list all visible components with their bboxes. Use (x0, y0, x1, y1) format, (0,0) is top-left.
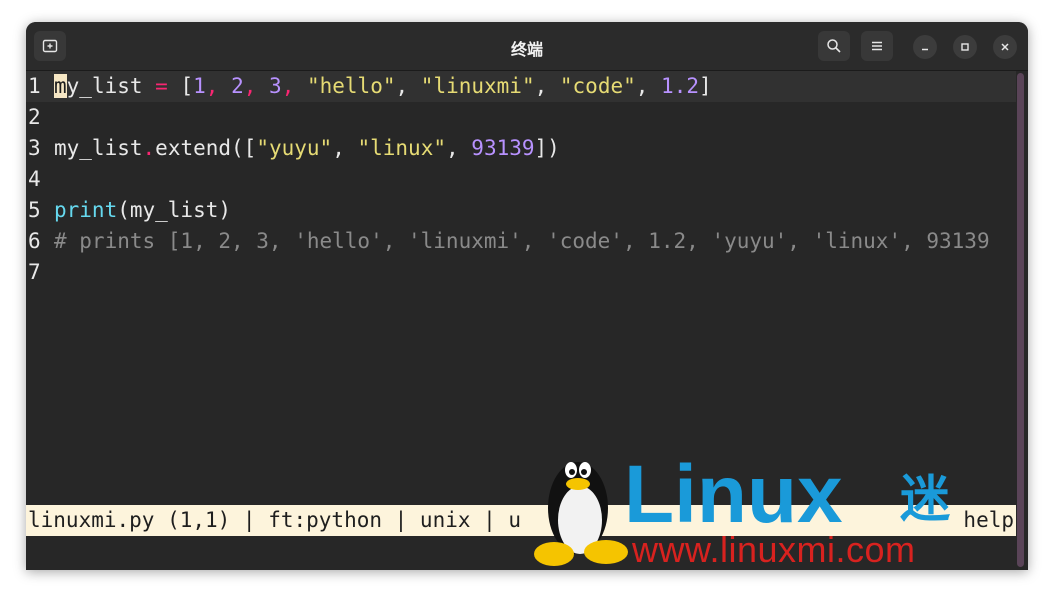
statusline-left: linuxmi.py (1,1) | ft:python | unix | u (28, 508, 522, 532)
code-token: "yuyu" (256, 136, 333, 160)
code-line-2: 2 (26, 102, 1016, 133)
code-token: "linux" (357, 136, 446, 160)
code-token: 93139 (471, 136, 535, 160)
code-token: "linuxmi" (420, 74, 535, 98)
minimize-button[interactable] (913, 35, 937, 59)
close-button[interactable] (993, 35, 1017, 59)
code-token: , (332, 136, 358, 160)
line-number: 1 (28, 74, 41, 98)
code-line-4: 4 (26, 164, 1016, 195)
line-number: 6 (28, 229, 41, 253)
close-icon (1001, 43, 1009, 51)
code-token: 1 (193, 74, 206, 98)
code-token: [ (167, 74, 194, 98)
statusline-right: help (963, 508, 1014, 532)
maximize-button[interactable] (953, 35, 977, 59)
line-number: 4 (28, 167, 41, 191)
watermark-url: www.linuxmi.com (632, 529, 916, 570)
search-button[interactable] (818, 31, 850, 61)
line-number: 3 (28, 136, 41, 160)
code-token: my_list (54, 136, 143, 160)
code-token: "hello" (306, 74, 396, 98)
brand-suffix-text: 迷 (900, 470, 950, 528)
title-bar: 终端 (26, 22, 1028, 71)
code-token: ] (698, 74, 712, 98)
code-line-7: 7 (26, 257, 1016, 288)
linuxmi-watermark: Linux 迷 www.linuxmi.com (520, 440, 960, 580)
code-line-3: 3 my_list.extend(["yuyu", "linux", 93139]… (26, 133, 1016, 164)
brand-text: Linux (624, 449, 843, 540)
minimize-icon (922, 48, 928, 51)
code-token: , (635, 74, 662, 98)
code-token: extend([ (155, 136, 257, 160)
code-token: , (205, 74, 232, 98)
code-token: . (142, 136, 156, 160)
line-number: 2 (28, 105, 41, 129)
code-token: = (155, 74, 168, 98)
code-token: 1.2 (661, 74, 699, 98)
line-number: 7 (28, 260, 41, 284)
code-token: (my_list) (117, 198, 232, 222)
menu-button[interactable] (861, 31, 893, 61)
code-token: , (395, 74, 421, 98)
code-line-6: 6 # prints [1, 2, 3, 'hello', 'linuxmi', … (26, 226, 1016, 257)
text-cursor: m (54, 74, 67, 98)
code-token: print (54, 198, 118, 222)
code-token: 3 (269, 74, 282, 98)
code-line-5: 5 print(my_list) (26, 195, 1016, 226)
maximize-icon (961, 43, 969, 51)
code-line-1: 1 my_list = [1, 2, 3, "hello", "linuxmi",… (26, 71, 1016, 102)
scrollbar[interactable] (1017, 73, 1024, 567)
code-token: , (243, 74, 270, 98)
hamburger-menu-icon (872, 41, 882, 51)
code-token: , (534, 74, 560, 98)
code-token: ]) (534, 136, 560, 160)
code-comment: # prints [1, 2, 3, 'hello', 'linuxmi', '… (54, 229, 990, 253)
search-icon (827, 39, 841, 53)
line-number: 5 (28, 198, 41, 222)
code-buffer[interactable]: 1 my_list = [1, 2, 3, "hello", "linuxmi",… (26, 71, 1016, 288)
code-token: 2 (231, 74, 244, 98)
code-token: , (446, 136, 472, 160)
code-token: "code" (559, 74, 636, 98)
code-token: y_list (66, 74, 156, 98)
code-token: , (281, 74, 307, 98)
